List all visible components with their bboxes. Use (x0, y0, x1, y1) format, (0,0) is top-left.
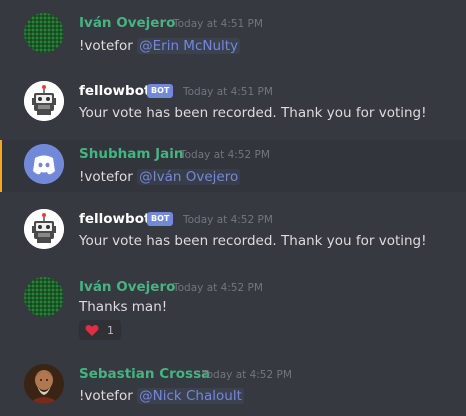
message: Iván Ovejero Today at 4:51 PM !votefor @… (0, 0, 466, 72)
username[interactable]: Shubham Jain (79, 145, 183, 163)
avatar[interactable] (24, 13, 64, 53)
message: Iván Ovejero Today at 4:52 PM Thanks man… (0, 268, 466, 348)
reaction-count: 1 (107, 323, 114, 337)
user-mention[interactable]: @Nick Chaloult (137, 388, 244, 404)
message-content: !votefor @Iván Ovejero (79, 167, 241, 187)
message-content: !votefor @Erin McNulty (79, 36, 241, 56)
portrait-avatar[interactable] (24, 364, 64, 404)
robot-avatar[interactable] (24, 209, 64, 249)
username[interactable]: fellowbot (79, 210, 150, 228)
command-text: !votefor (79, 169, 138, 185)
user-mention[interactable]: @Iván Ovejero (137, 169, 241, 185)
timestamp: Today at 4:51 PM (173, 18, 263, 30)
message-content: Thanks man! (79, 299, 168, 315)
user-mention[interactable]: @Erin McNulty (137, 38, 241, 54)
message-content: Your vote has been recorded. Thank you f… (79, 105, 427, 121)
reaction-button[interactable]: 1 (79, 320, 121, 340)
message-content: !votefor @Nick Chaloult (79, 386, 244, 406)
username[interactable]: Iván Ovejero (79, 14, 175, 32)
command-text: !votefor (79, 38, 138, 54)
robot-avatar[interactable] (24, 81, 64, 121)
bot-badge: BOT (147, 84, 174, 98)
avatar[interactable] (24, 144, 64, 184)
command-text: !votefor (79, 388, 138, 404)
timestamp: Today at 4:52 PM (183, 214, 273, 226)
timestamp: Today at 4:52 PM (180, 149, 270, 161)
avatar[interactable] (24, 277, 64, 317)
robot-icon (24, 81, 64, 121)
portrait-image (24, 364, 64, 404)
username[interactable]: fellowbot (79, 82, 150, 100)
heart-icon (85, 324, 99, 336)
message: fellowbot BOT Today at 4:52 PM Your vote… (0, 200, 466, 264)
username[interactable]: Sebastian Crossa (79, 365, 210, 383)
message: Sebastian Crossa Today at 4:52 PM !votef… (0, 356, 466, 416)
bot-badge: BOT (147, 212, 174, 226)
timestamp: Today at 4:52 PM (202, 369, 292, 381)
discord-logo-icon (24, 144, 64, 184)
message-highlighted: Shubham Jain Today at 4:52 PM !votefor @… (0, 140, 466, 192)
message: fellowbot BOT Today at 4:51 PM Your vote… (0, 72, 466, 136)
robot-icon (24, 209, 64, 249)
timestamp: Today at 4:51 PM (183, 86, 273, 98)
timestamp: Today at 4:52 PM (173, 282, 263, 294)
message-content: Your vote has been recorded. Thank you f… (79, 233, 427, 249)
username[interactable]: Iván Ovejero (79, 278, 175, 296)
